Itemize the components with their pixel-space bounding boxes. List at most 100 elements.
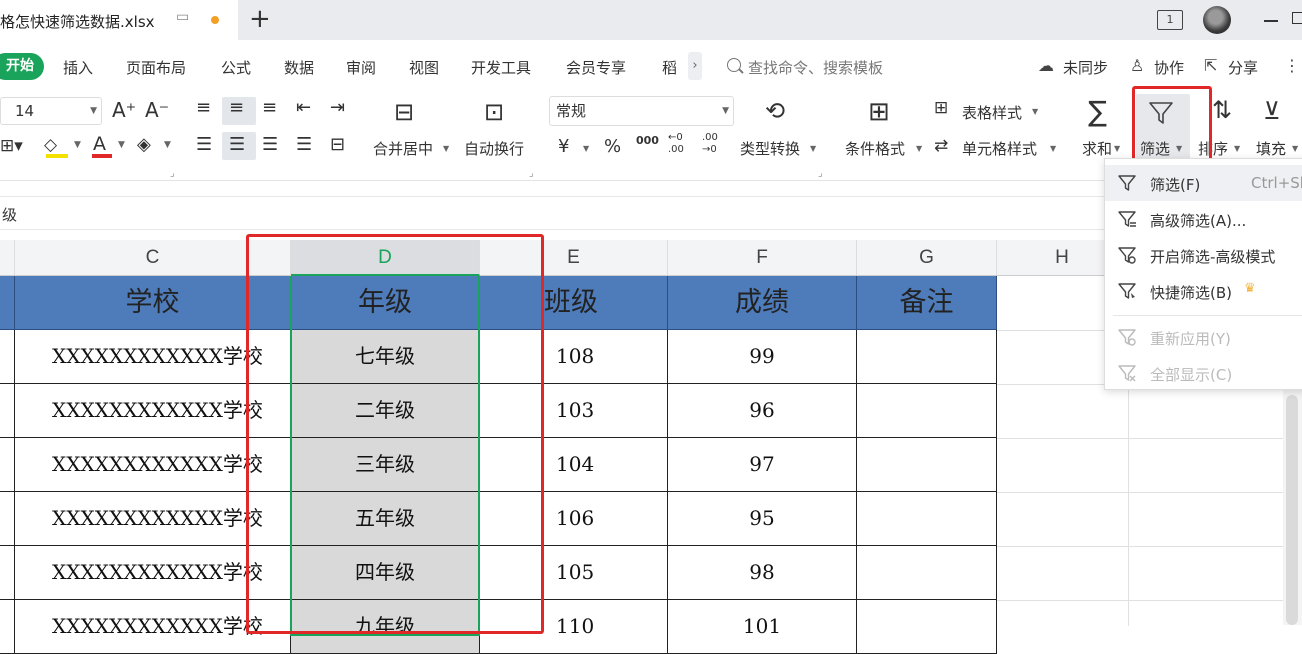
clear-format-icon[interactable]: ◈ [137, 134, 151, 155]
maximize-button[interactable] [1292, 12, 1302, 24]
collab-button[interactable]: 协作 [1154, 57, 1184, 78]
cell-remarks[interactable] [857, 600, 997, 654]
sort-icon[interactable]: ⇅ [1212, 96, 1232, 124]
chevron-down-icon[interactable]: ▼ [443, 144, 449, 153]
document-tab[interactable]: 格怎快速筛选数据.xlsx ▭ [0, 0, 238, 40]
cell-score[interactable]: 95 [668, 492, 857, 546]
chevron-down-icon[interactable]: ▼ [1114, 144, 1120, 153]
table-cell[interactable] [0, 384, 15, 438]
align-center-icon[interactable]: ☰ [229, 134, 245, 155]
wrap-text-icon[interactable]: ⊡ [484, 98, 504, 126]
header-score[interactable]: 成绩 [668, 276, 857, 330]
border-icon[interactable]: ⊞▾ [0, 136, 23, 156]
group-launcher-icon[interactable]: ⌟ [818, 168, 823, 179]
font-color-icon[interactable]: A [93, 133, 106, 155]
chevron-down-icon[interactable]: ▼ [118, 140, 125, 150]
tab-start[interactable]: 开始 [0, 53, 44, 80]
fill-color-icon[interactable]: ◇ [44, 135, 57, 155]
chevron-down-icon[interactable]: ▼ [583, 144, 589, 153]
table-cell[interactable] [0, 330, 15, 384]
sum-icon[interactable]: ∑ [1088, 95, 1107, 128]
tab-formulas[interactable]: 公式 [221, 57, 251, 78]
align-bottom-icon[interactable]: ≡ [262, 97, 277, 118]
group-launcher-icon[interactable]: ⌟ [529, 168, 534, 179]
percent-button[interactable]: % [604, 136, 621, 157]
type-convert-button[interactable]: 类型转换 [740, 138, 800, 159]
increase-decimal-button[interactable]: ←0 .00 [668, 132, 692, 156]
cell-score[interactable]: 96 [668, 384, 857, 438]
monitor-icon[interactable]: ▭ [176, 9, 189, 25]
fill-button[interactable]: 填充 [1256, 138, 1286, 159]
cell-score[interactable]: 98 [668, 546, 857, 600]
justify-icon[interactable]: ☰ [296, 134, 312, 155]
menu-item-advanced-filter[interactable]: 高级筛选(A)... [1105, 201, 1302, 237]
auto-wrap-button[interactable]: 自动换行 [464, 138, 524, 159]
tab-page-layout[interactable]: 页面布局 [126, 57, 186, 78]
cell-score[interactable]: 101 [668, 600, 857, 654]
minimize-button[interactable] [1264, 20, 1278, 22]
chevron-down-icon[interactable]: ▼ [1292, 144, 1298, 153]
cell-remarks[interactable] [857, 492, 997, 546]
decrease-decimal-button[interactable]: .00 →0 [702, 132, 726, 156]
chevron-down-icon[interactable]: ▼ [1032, 107, 1038, 116]
tab-daoke[interactable]: 稻 [662, 57, 677, 78]
cell-score[interactable]: 97 [668, 438, 857, 492]
share-button[interactable]: 分享 [1228, 57, 1258, 78]
chevron-down-icon[interactable]: ▼ [916, 144, 922, 153]
tab-view[interactable]: 视图 [409, 57, 439, 78]
column-header-G[interactable]: G [857, 240, 997, 276]
chevron-down-icon[interactable]: ▼ [810, 144, 816, 153]
sync-status[interactable]: 未同步 [1063, 57, 1108, 78]
number-format-select[interactable]: 常规 ▼ [549, 96, 734, 126]
command-search-input[interactable]: 查找命令、搜索模板 [748, 57, 883, 78]
cell-remarks[interactable] [857, 330, 997, 384]
table-header-cell[interactable] [0, 276, 15, 330]
table-cell[interactable] [0, 600, 15, 654]
fill-icon[interactable]: ⊻ [1263, 97, 1281, 125]
sum-button[interactable]: 求和 [1082, 138, 1112, 159]
new-tab-button[interactable]: + [249, 4, 271, 34]
chevron-down-icon[interactable]: ▼ [1234, 144, 1240, 153]
cond-format-button[interactable]: 条件格式 [845, 138, 905, 159]
menu-item-advanced-mode[interactable]: 开启筛选-高级模式 [1105, 237, 1302, 273]
currency-button[interactable]: ¥ [558, 136, 569, 157]
avatar[interactable] [1203, 6, 1231, 34]
cell-score[interactable]: 99 [668, 330, 857, 384]
decrease-font-button[interactable]: A⁻ [145, 98, 169, 122]
tab-data[interactable]: 数据 [284, 57, 314, 78]
table-cell[interactable] [0, 438, 15, 492]
tab-review[interactable]: 审阅 [346, 57, 376, 78]
chevron-down-icon[interactable]: ▼ [1050, 144, 1056, 153]
tab-developer[interactable]: 开发工具 [471, 57, 531, 78]
cell-remarks[interactable] [857, 546, 997, 600]
cond-format-icon[interactable]: ⊞ [868, 97, 890, 127]
increase-font-button[interactable]: A⁺ [112, 98, 136, 122]
thousands-button[interactable]: 000 [636, 134, 659, 147]
distributed-align-icon[interactable]: ⊟ [330, 134, 345, 155]
cell-style-button[interactable]: 单元格样式 [962, 138, 1037, 159]
align-right-icon[interactable]: ☰ [262, 134, 278, 155]
decrease-indent-icon[interactable]: ⇤ [296, 97, 311, 118]
more-options-icon[interactable]: ⋮ [1284, 56, 1300, 75]
increase-indent-icon[interactable]: ⇥ [330, 97, 345, 118]
cell-remarks[interactable] [857, 438, 997, 492]
column-header-F[interactable]: F [668, 240, 857, 276]
tab-insert[interactable]: 插入 [63, 57, 93, 78]
chevron-down-icon[interactable]: ▼ [164, 140, 171, 150]
menu-item-quick-filter[interactable]: 快捷筛选(B) ♛ [1105, 273, 1302, 309]
scrollbar-thumb[interactable] [1286, 395, 1298, 625]
header-remarks[interactable]: 备注 [857, 276, 997, 330]
menu-item-filter[interactable]: 筛选(F) Ctrl+Sh [1105, 165, 1302, 201]
merge-center-button[interactable]: 合并居中 [373, 138, 433, 159]
table-cell[interactable] [0, 492, 15, 546]
table-style-button[interactable]: 表格样式 [962, 102, 1022, 123]
align-middle-icon[interactable]: ≡ [229, 97, 244, 118]
window-layout-icon[interactable]: 1 [1157, 10, 1183, 30]
group-launcher-icon[interactable]: ⌟ [170, 168, 175, 179]
column-header-B[interactable] [0, 240, 15, 276]
align-top-icon[interactable]: ≡ [196, 97, 211, 118]
type-convert-icon[interactable]: ⟲ [765, 97, 785, 125]
merge-cells-icon[interactable]: ⊟ [394, 98, 414, 126]
table-cell[interactable] [0, 546, 15, 600]
align-left-icon[interactable]: ☰ [196, 134, 212, 155]
